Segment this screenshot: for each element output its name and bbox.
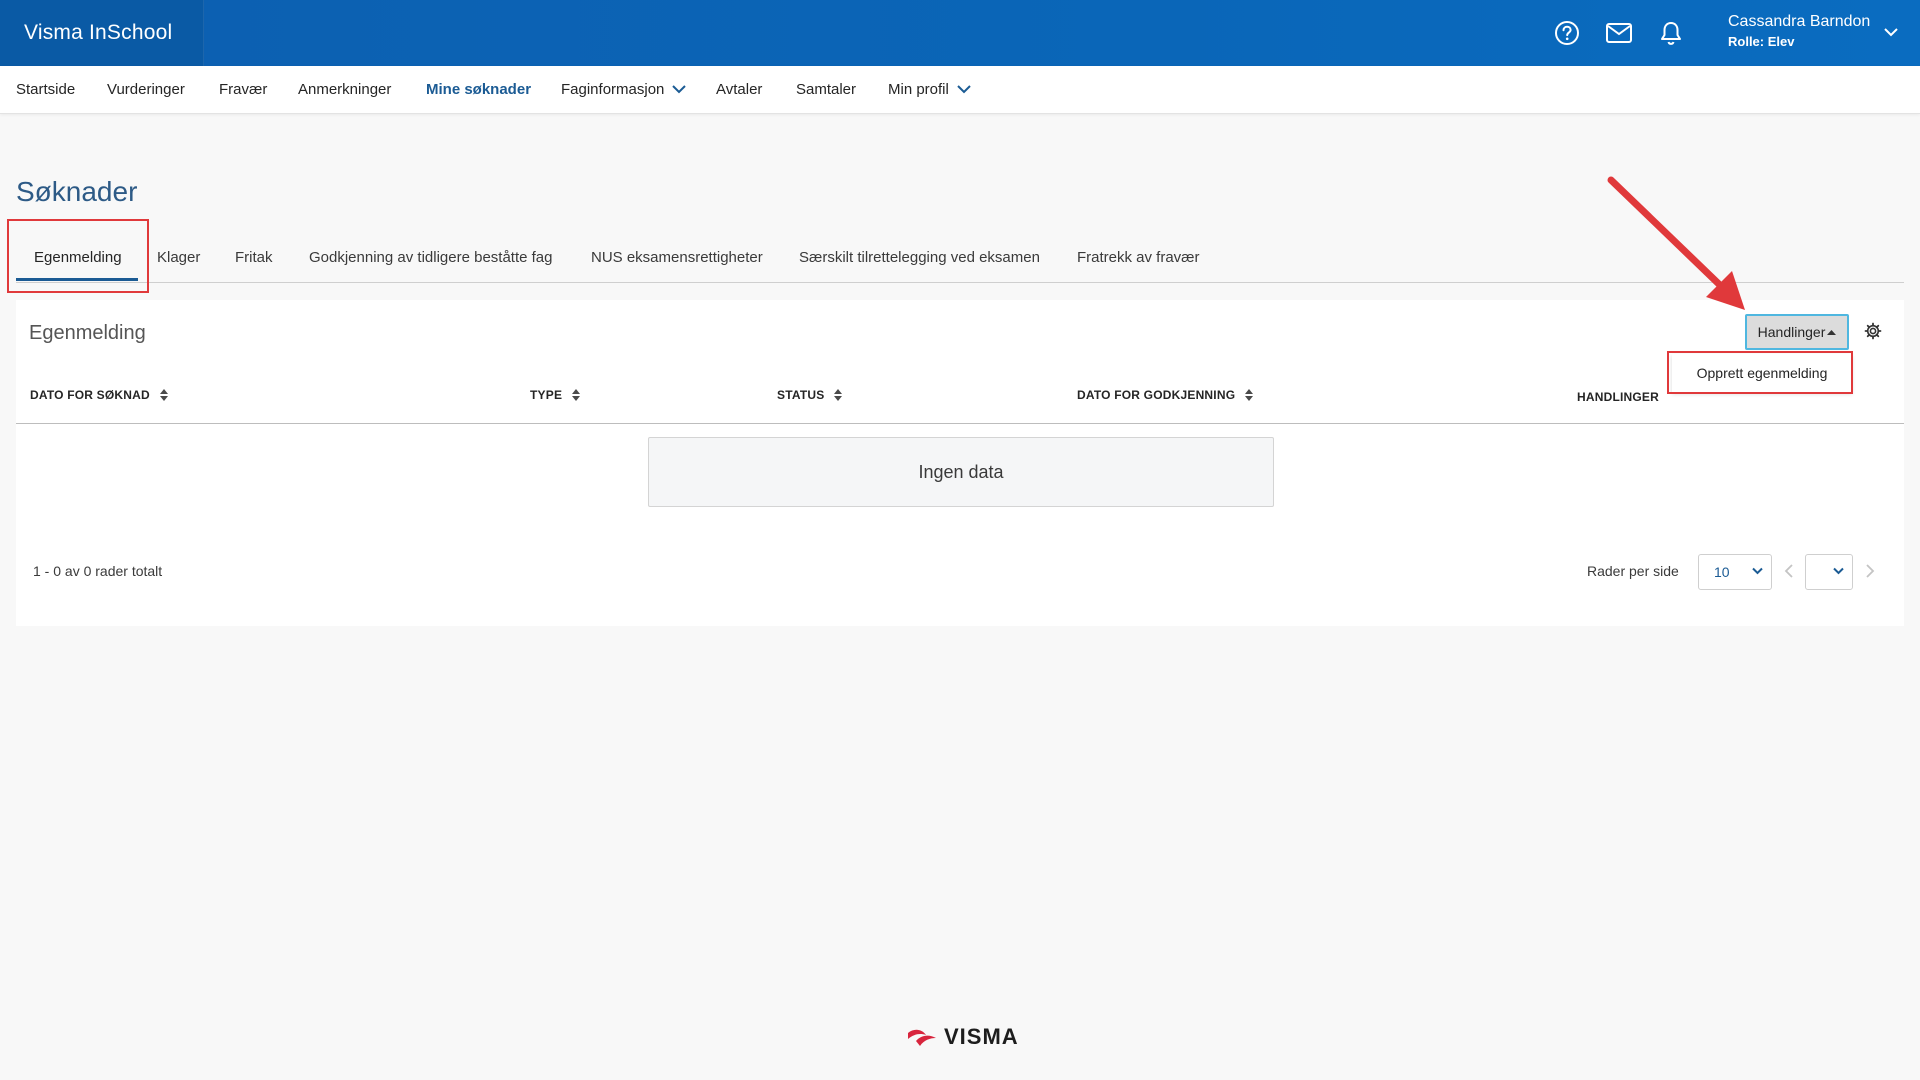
nav-item-anmerkninger[interactable]: Anmerkninger xyxy=(298,81,391,98)
tab-godkjenning[interactable]: Godkjenning av tidligere beståtte fag xyxy=(309,249,553,266)
column-header-type[interactable]: TYPE xyxy=(530,388,581,402)
nav-item-min-profil[interactable]: Min profil xyxy=(888,81,971,98)
annotation-arrow xyxy=(1607,176,1745,310)
empty-state-text: Ingen data xyxy=(918,461,1004,482)
rows-per-page-label: Rader per side xyxy=(1587,563,1679,579)
nav-item-label: Samtaler xyxy=(796,81,857,98)
mail-icon[interactable] xyxy=(1604,18,1634,48)
chevron-down-icon[interactable] xyxy=(1884,24,1898,42)
nav-item-vurderinger[interactable]: Vurderinger xyxy=(107,81,185,98)
nav-item-label: Avtaler xyxy=(716,81,763,98)
chevron-down-icon xyxy=(672,85,687,94)
visma-logo-mark-icon xyxy=(908,1029,936,1046)
bell-icon[interactable] xyxy=(1656,18,1686,48)
top-header: Visma InSchool Cassandra Barndon Rolle: … xyxy=(0,0,1920,66)
chevron-down-icon xyxy=(1752,567,1763,575)
column-header-status[interactable]: STATUS xyxy=(777,388,843,402)
tab-nus-eksamensrettigheter[interactable]: NUS eksamensrettigheter xyxy=(591,249,763,266)
column-header-label: STATUS xyxy=(777,388,825,402)
panel-title: Egenmelding xyxy=(29,322,146,344)
chevron-down-icon xyxy=(957,85,971,94)
tab-klager[interactable]: Klager xyxy=(157,249,200,266)
nav-item-label: Min profil xyxy=(888,81,949,98)
page-title: Søknader xyxy=(16,176,138,207)
page-select[interactable] xyxy=(1805,554,1853,590)
table-divider xyxy=(16,423,1904,424)
header-icons xyxy=(1552,18,1686,48)
next-page-icon[interactable] xyxy=(1865,564,1875,578)
tab-saerskilt-tilrettelegging[interactable]: Særskilt tilrettelegging ved eksamen xyxy=(799,249,1040,266)
nav-item-label: Startside xyxy=(16,81,76,98)
tab-fratrekk-av-fravaer[interactable]: Fratrekk av fravær xyxy=(1077,249,1200,266)
column-header-handlinger: HANDLINGER xyxy=(1577,390,1659,404)
nav-item-label: Fravær xyxy=(219,81,268,98)
column-header-label: DATO FOR SØKNAD xyxy=(30,388,150,402)
handlinger-label: Handlinger xyxy=(1757,324,1826,340)
column-header-label: HANDLINGER xyxy=(1577,390,1659,404)
app-brand-label: Visma InSchool xyxy=(24,21,173,44)
visma-logo: VISMA xyxy=(906,1024,1019,1050)
annotation-highlight-tab xyxy=(7,219,149,293)
sort-icon xyxy=(834,389,843,401)
nav-item-label: Faginformasjon xyxy=(561,81,665,98)
nav-item-label: Anmerkninger xyxy=(298,81,392,98)
user-role: Rolle: Elev xyxy=(1728,34,1795,49)
tab-fritak[interactable]: Fritak xyxy=(235,249,273,266)
nav-item-mine-soknader[interactable]: Mine søknader xyxy=(426,81,531,98)
nav-item-label: Mine søknader xyxy=(426,81,532,98)
sort-icon xyxy=(572,389,581,401)
user-name: Cassandra Barndon xyxy=(1728,13,1871,30)
app-brand[interactable]: Visma InSchool xyxy=(0,0,204,66)
nav-item-fravaer[interactable]: Fravær xyxy=(219,81,267,98)
egenmelding-panel: Egenmelding Handlinger Opprett egenmeldi… xyxy=(16,300,1904,626)
help-icon[interactable] xyxy=(1552,18,1582,48)
sort-icon xyxy=(159,389,168,401)
nav-item-label: Vurderinger xyxy=(107,81,185,98)
previous-page-icon[interactable] xyxy=(1784,564,1794,578)
user-menu[interactable]: Cassandra Barndon Rolle: Elev xyxy=(1728,12,1870,52)
visma-logo-text: VISMA xyxy=(944,1024,1019,1049)
nav-item-faginformasjon[interactable]: Faginformasjon xyxy=(561,81,687,98)
annotation-highlight-dropdown xyxy=(1667,351,1853,394)
sort-icon xyxy=(1245,389,1254,401)
column-header-dato-for-soknad[interactable]: DATO FOR SØKNAD xyxy=(30,388,168,402)
column-header-label: TYPE xyxy=(530,388,563,402)
chevron-down-icon xyxy=(1833,567,1844,575)
nav-item-samtaler[interactable]: Samtaler xyxy=(796,81,856,98)
rows-per-page-value: 10 xyxy=(1714,564,1730,580)
column-header-dato-for-godkjenning[interactable]: DATO FOR GODKJENNING xyxy=(1077,388,1254,402)
column-header-label: DATO FOR GODKJENNING xyxy=(1077,388,1236,402)
main-nav: Startside Vurderinger Fravær Anmerkninge… xyxy=(0,66,1920,114)
rows-total-text: 1 - 0 av 0 rader totalt xyxy=(33,563,163,579)
gear-icon[interactable] xyxy=(1864,322,1882,345)
nav-item-startside[interactable]: Startside xyxy=(16,81,75,98)
rows-per-page-select[interactable]: 10 xyxy=(1698,554,1772,590)
caret-up-icon xyxy=(1827,330,1837,335)
nav-item-avtaler[interactable]: Avtaler xyxy=(716,81,762,98)
empty-state: Ingen data xyxy=(648,437,1274,507)
